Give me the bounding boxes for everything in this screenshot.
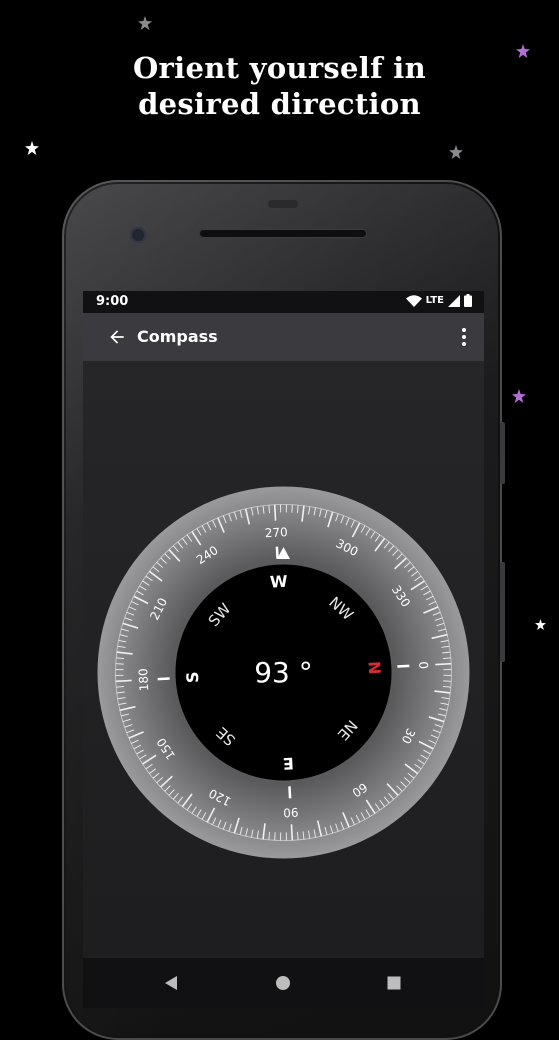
- status-icons: LTE: [406, 294, 472, 307]
- status-time: 9:00: [96, 294, 128, 309]
- cardinal-marker: [397, 666, 409, 667]
- headline-line-2: desired direction: [0, 86, 559, 122]
- compass-view: 0306090120150180210240270300330 NESWNESE…: [83, 361, 484, 1008]
- compass-tick: [275, 505, 276, 521]
- front-camera-icon: [130, 227, 146, 243]
- compass-tick: [291, 824, 292, 840]
- degree-label: 180: [136, 668, 151, 692]
- cardinal-label: S: [183, 671, 203, 684]
- star-icon-white: [25, 141, 39, 155]
- signal-icon: [448, 295, 460, 307]
- degree-label: 270: [264, 525, 288, 540]
- compass-tick: [435, 664, 451, 665]
- phone-screen: 9:00 LTE Compass 03060901201501802102402…: [83, 291, 484, 1008]
- volume-button: [500, 562, 505, 662]
- heading-readout: 93 °: [254, 656, 313, 689]
- headline-line-1: Orient yourself in: [0, 50, 559, 86]
- earpiece-speaker: [199, 229, 367, 238]
- compass-dial[interactable]: 0306090120150180210240270300330 NESWNESE…: [96, 485, 471, 860]
- cardinal-label: E: [282, 754, 294, 774]
- battery-icon: [464, 294, 472, 307]
- back-triangle-icon[interactable]: [161, 972, 183, 994]
- cardinal-label: W: [269, 572, 288, 592]
- star-icon-purple: [516, 44, 530, 58]
- navigation-bar: [83, 958, 484, 1008]
- cardinal-marker: [158, 678, 170, 679]
- star-icon-purple: [512, 389, 526, 403]
- star-icon-white: [535, 619, 546, 630]
- arrow-left-icon[interactable]: [107, 327, 127, 347]
- star-icon-gray: [138, 16, 152, 30]
- home-circle-icon[interactable]: [272, 972, 294, 994]
- network-type: LTE: [426, 295, 444, 306]
- star-icon-gray: [449, 145, 463, 159]
- compass-tick: [116, 680, 132, 681]
- app-title: Compass: [137, 327, 218, 346]
- cardinal-label: N: [365, 661, 385, 675]
- power-button: [500, 422, 505, 484]
- degree-label: 0: [416, 661, 430, 669]
- top-sensor: [268, 200, 298, 208]
- status-bar: 9:00 LTE: [83, 291, 484, 313]
- more-vert-icon[interactable]: [458, 326, 470, 348]
- app-bar: Compass: [83, 313, 484, 361]
- degree-label: 90: [283, 805, 299, 820]
- wifi-icon: [406, 295, 422, 307]
- headline: Orient yourself in desired direction: [0, 50, 559, 122]
- recents-square-icon[interactable]: [383, 972, 405, 994]
- cardinal-marker: [277, 547, 278, 559]
- cardinal-marker: [289, 786, 290, 798]
